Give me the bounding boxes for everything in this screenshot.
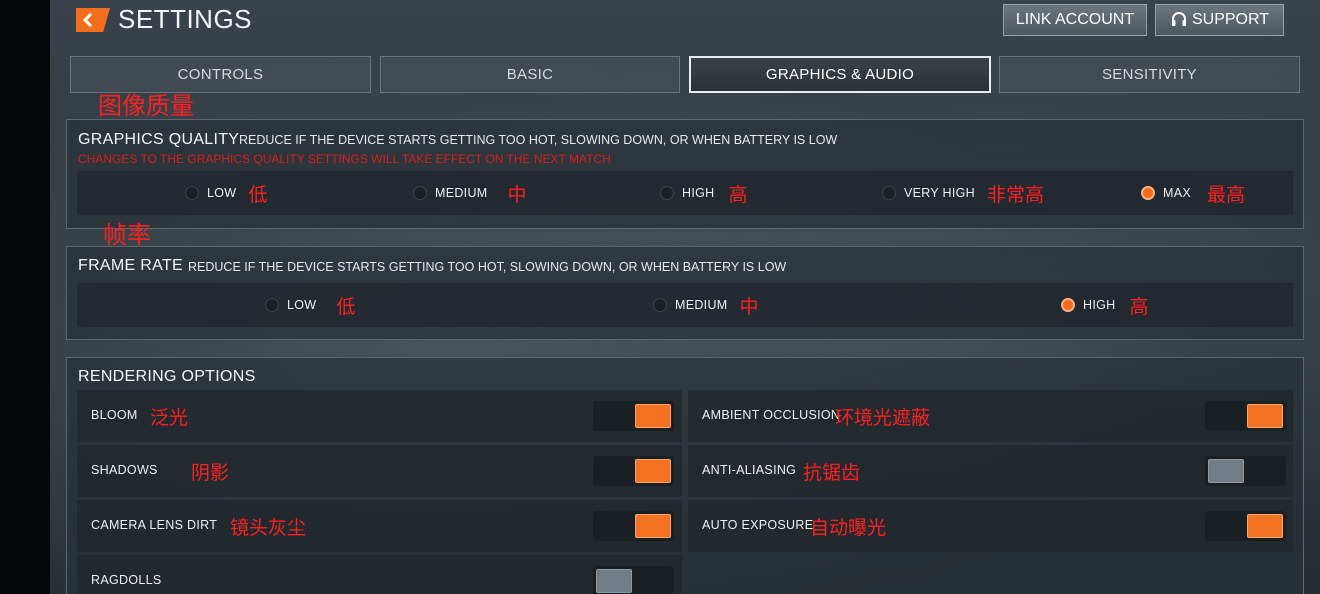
auto-exposure-annotation: 自动曝光: [810, 518, 887, 539]
bloom-annotation: 泛光: [150, 408, 189, 429]
ambient-occlusion-toggle-knob: [1247, 404, 1283, 428]
gq-option-very-high[interactable]: VERY HIGH 非常高: [882, 171, 1044, 215]
ragdolls-toggle[interactable]: [593, 566, 674, 594]
fr-medium-radio[interactable]: [653, 298, 667, 312]
top-bar: SETTINGS LINK ACCOUNT SUPPORT: [50, 0, 1320, 44]
back-button[interactable]: [76, 8, 110, 32]
fr-medium-label: MEDIUM: [675, 298, 728, 312]
camera-lens-dirt-toggle[interactable]: [593, 511, 674, 541]
shadows-annotation: 阴影: [191, 463, 230, 484]
graphics-quality-options: LOW 低 MEDIUM 中 HIGH 高 VERY HIGH 非常高 MAX: [77, 171, 1293, 215]
page-title: SETTINGS: [118, 4, 253, 34]
graphics-quality-panel: GRAPHICS QUALITY REDUCE IF THE DEVICE ST…: [66, 119, 1304, 229]
tab-controls[interactable]: CONTROLS: [70, 56, 371, 93]
gq-very-high-label: VERY HIGH: [904, 186, 976, 200]
gq-option-high[interactable]: HIGH 高: [660, 171, 747, 215]
camera-lens-dirt-annotation: 镜头灰尘: [230, 518, 307, 539]
camera-lens-dirt-toggle-knob: [635, 514, 671, 538]
fr-option-low[interactable]: LOW 低: [265, 283, 355, 327]
frame-rate-options: LOW 低 MEDIUM 中 HIGH 高: [77, 283, 1293, 327]
shadows-label: SHADOWS: [91, 463, 158, 477]
bloom-toggle[interactable]: [593, 401, 674, 431]
gq-low-label: LOW: [207, 186, 237, 200]
gq-max-annotation: 最高: [1207, 184, 1246, 206]
render-row-shadows: SHADOWS 阴影: [77, 445, 682, 497]
gq-low-radio[interactable]: [185, 186, 199, 200]
fr-high-annotation: 高: [1129, 296, 1149, 318]
render-row-ambient-occlusion: AMBIENT OCCLUSION 环境光遮蔽: [688, 390, 1293, 442]
support-label: SUPPORT: [1191, 11, 1270, 28]
frame-rate-annotation: 帧率: [103, 222, 151, 249]
tab-sensitivity[interactable]: SENSITIVITY: [999, 56, 1300, 93]
shadows-toggle[interactable]: [593, 456, 674, 486]
ragdolls-label: RAGDOLLS: [91, 573, 162, 587]
frame-rate-title: FRAME RATE: [78, 257, 183, 274]
support-button[interactable]: SUPPORT: [1155, 4, 1284, 36]
fr-option-high[interactable]: HIGH 高: [1061, 283, 1148, 327]
gq-high-radio[interactable]: [660, 186, 674, 200]
link-account-button[interactable]: LINK ACCOUNT: [1003, 4, 1147, 36]
graphics-quality-warning: CHANGES TO THE GRAPHICS QUALITY SETTINGS…: [78, 152, 611, 166]
settings-screen: SETTINGS LINK ACCOUNT SUPPORT CONTROLS B…: [50, 0, 1320, 594]
shadows-toggle-knob: [635, 459, 671, 483]
render-row-anti-aliasing: ANTI-ALIASING 抗锯齿: [688, 445, 1293, 497]
graphics-quality-annotation: 图像质量: [98, 93, 194, 120]
anti-aliasing-annotation: 抗锯齿: [803, 463, 861, 484]
left-black-bar: [0, 0, 50, 594]
fr-high-radio[interactable]: [1061, 298, 1075, 312]
auto-exposure-label: AUTO EXPOSURE: [702, 518, 814, 532]
ambient-occlusion-label: AMBIENT OCCLUSION: [702, 408, 841, 422]
render-row-camera-lens-dirt: CAMERA LENS DIRT 镜头灰尘: [77, 500, 682, 552]
anti-aliasing-toggle-knob: [1208, 459, 1244, 483]
render-row-ragdolls: RAGDOLLS: [77, 555, 682, 594]
gq-option-low[interactable]: LOW 低: [185, 171, 267, 215]
rendering-options-title: RENDERING OPTIONS: [78, 368, 256, 385]
ambient-occlusion-toggle[interactable]: [1205, 401, 1286, 431]
render-row-auto-exposure: AUTO EXPOSURE 自动曝光: [688, 500, 1293, 552]
gq-medium-radio[interactable]: [413, 186, 427, 200]
auto-exposure-toggle-knob: [1247, 514, 1283, 538]
gq-very-high-annotation: 非常高: [987, 184, 1045, 206]
fr-high-label: HIGH: [1083, 298, 1116, 312]
fr-low-radio[interactable]: [265, 298, 279, 312]
anti-aliasing-label: ANTI-ALIASING: [702, 463, 797, 477]
gq-very-high-radio[interactable]: [882, 186, 896, 200]
ragdolls-toggle-knob: [596, 569, 632, 593]
back-chevron-icon: [82, 12, 93, 28]
rendering-options-panel: RENDERING OPTIONS BLOOM 泛光 SHADOWS 阴影 CA…: [66, 357, 1304, 594]
fr-medium-annotation: 中: [739, 296, 759, 318]
tab-graphics-audio[interactable]: GRAPHICS & AUDIO: [689, 56, 991, 93]
gq-medium-label: MEDIUM: [435, 186, 488, 200]
graphics-quality-description: REDUCE IF THE DEVICE STARTS GETTING TOO …: [239, 133, 838, 147]
camera-lens-dirt-label: CAMERA LENS DIRT: [91, 518, 218, 532]
fr-option-medium[interactable]: MEDIUM 中: [653, 283, 759, 327]
auto-exposure-toggle[interactable]: [1205, 511, 1286, 541]
gq-high-label: HIGH: [682, 186, 715, 200]
gq-low-annotation: 低: [248, 184, 268, 206]
bloom-label: BLOOM: [91, 408, 138, 422]
gq-max-label: MAX: [1163, 186, 1191, 200]
fr-low-label: LOW: [287, 298, 317, 312]
frame-rate-description: REDUCE IF THE DEVICE STARTS GETTING TOO …: [188, 260, 787, 274]
render-row-bloom: BLOOM 泛光: [77, 390, 682, 442]
tab-basic[interactable]: BASIC: [380, 56, 680, 93]
bloom-toggle-knob: [635, 404, 671, 428]
gq-medium-annotation: 中: [507, 184, 527, 206]
anti-aliasing-toggle[interactable]: [1205, 456, 1286, 486]
graphics-quality-title: GRAPHICS QUALITY: [78, 131, 240, 148]
gq-max-radio[interactable]: [1141, 186, 1155, 200]
gq-option-max[interactable]: MAX 最高: [1141, 171, 1245, 215]
gq-high-annotation: 高: [728, 184, 748, 206]
headset-icon: [1171, 12, 1186, 26]
fr-low-annotation: 低: [336, 296, 356, 318]
frame-rate-panel: FRAME RATE REDUCE IF THE DEVICE STARTS G…: [66, 246, 1304, 340]
ambient-occlusion-annotation: 环境光遮蔽: [835, 408, 931, 429]
gq-option-medium[interactable]: MEDIUM 中: [413, 171, 527, 215]
